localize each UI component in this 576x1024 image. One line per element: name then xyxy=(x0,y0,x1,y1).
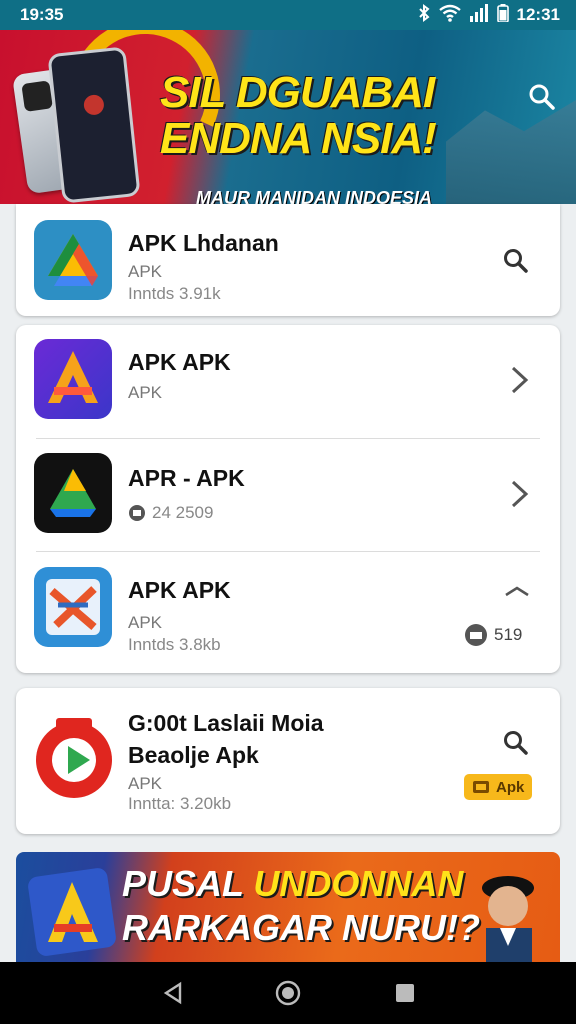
rating-badge: 519 xyxy=(464,623,522,647)
ad-line2: RARKAGAR NURU!? xyxy=(122,907,480,948)
app-card: APK APK APK APR - APK 24 2509 APK APK AP… xyxy=(16,325,560,673)
badge-icon xyxy=(465,624,487,646)
app-meta: Inntta: 3.20kb xyxy=(128,794,232,813)
apk-tag-label: Apk xyxy=(496,778,525,796)
search-icon[interactable] xyxy=(501,246,531,276)
search-icon[interactable] xyxy=(527,82,557,112)
app-title: APK APK xyxy=(128,349,231,375)
banner-phone-front-image xyxy=(47,46,141,204)
back-icon[interactable] xyxy=(158,978,188,1008)
app-subtitle: APK xyxy=(128,383,163,402)
wifi-icon xyxy=(438,4,461,27)
chevron-right-icon[interactable] xyxy=(504,479,534,509)
divider xyxy=(36,551,540,552)
apk-tag-icon xyxy=(473,781,489,793)
purple-a-icon xyxy=(34,339,112,419)
blue-x-icon xyxy=(34,567,112,647)
banner-title-line1: SIL DGUABAI xyxy=(160,68,435,117)
app-meta-row: 24 2509 xyxy=(128,503,213,523)
status-bar: 19:35 12:31 xyxy=(0,0,576,30)
chevron-up-icon[interactable] xyxy=(502,575,532,605)
app-title: APK APK xyxy=(128,577,231,603)
app-subtitle: APK xyxy=(128,774,163,793)
dark-drive-icon xyxy=(34,453,112,533)
ad-line1: PUSAL xyxy=(122,863,244,904)
app-card: APK Lhdanan APK Inntds 3.91k xyxy=(16,204,560,316)
app-meta: 24 2509 xyxy=(152,503,214,522)
apk-tag[interactable]: Apk xyxy=(464,774,533,800)
download-count-icon xyxy=(129,505,145,521)
app-title-line2: Beaolje Apk xyxy=(128,742,259,768)
list-item[interactable]: APK Lhdanan APK Inntds 3.91k xyxy=(16,204,560,316)
recents-icon[interactable] xyxy=(390,978,420,1008)
battery-icon xyxy=(496,3,509,27)
bluetooth-icon xyxy=(417,3,431,27)
home-icon[interactable] xyxy=(273,978,303,1008)
app-title: APK Lhdanan xyxy=(128,230,279,256)
app-subtitle: APK xyxy=(128,613,163,632)
ad-person-image xyxy=(482,876,534,962)
app-title: G:00t Laslaii Moia xyxy=(128,710,324,736)
app-card: G:00t Laslaii Moia Beaolje Apk APK Inntt… xyxy=(16,688,560,834)
status-clock: 12:31 xyxy=(516,5,560,24)
list-item[interactable]: APK APK APK Inntds 3.8kb 519 xyxy=(16,553,560,673)
list-item[interactable]: G:00t Laslaii Moia Beaolje Apk APK Inntt… xyxy=(16,688,560,834)
ad-line1-highlight: UNDONNAN xyxy=(253,863,464,904)
list-item[interactable]: APR - APK 24 2509 xyxy=(16,439,560,553)
app-title: APR - APK xyxy=(128,465,245,491)
app-meta: Inntds 3.8kb xyxy=(128,635,221,654)
search-icon[interactable] xyxy=(501,728,531,758)
banner-title-line2: ENDNA NSIA! xyxy=(160,114,437,163)
list-item[interactable]: APK APK APK xyxy=(16,325,560,439)
header-banner[interactable]: SIL DGUABAI ENDNA NSIA! MAUR MANIDAN IND… xyxy=(0,30,576,204)
app-meta: Inntds 3.91k xyxy=(128,284,221,303)
chevron-right-icon[interactable] xyxy=(504,365,534,395)
ad-banner[interactable]: PUSAL UNDONNAN RARKAGAR NURU!? xyxy=(16,852,560,962)
system-nav-bar xyxy=(0,962,576,1024)
red-circle-icon xyxy=(34,712,114,802)
ad-logo-icon xyxy=(28,868,116,956)
status-icons: 12:31 xyxy=(417,3,560,27)
signal-icon xyxy=(469,3,489,27)
banner-subtitle: MAUR MANIDAN INDOESIA xyxy=(196,188,432,204)
badge-value: 519 xyxy=(494,625,523,644)
status-time: 19:35 xyxy=(20,5,64,24)
drive-triangle-icon xyxy=(34,220,112,300)
banner-title: SIL DGUABAI ENDNA NSIA! xyxy=(160,70,520,162)
ad-text: PUSAL UNDONNAN RARKAGAR NURU!? xyxy=(122,862,480,950)
app-subtitle: APK xyxy=(128,262,163,281)
